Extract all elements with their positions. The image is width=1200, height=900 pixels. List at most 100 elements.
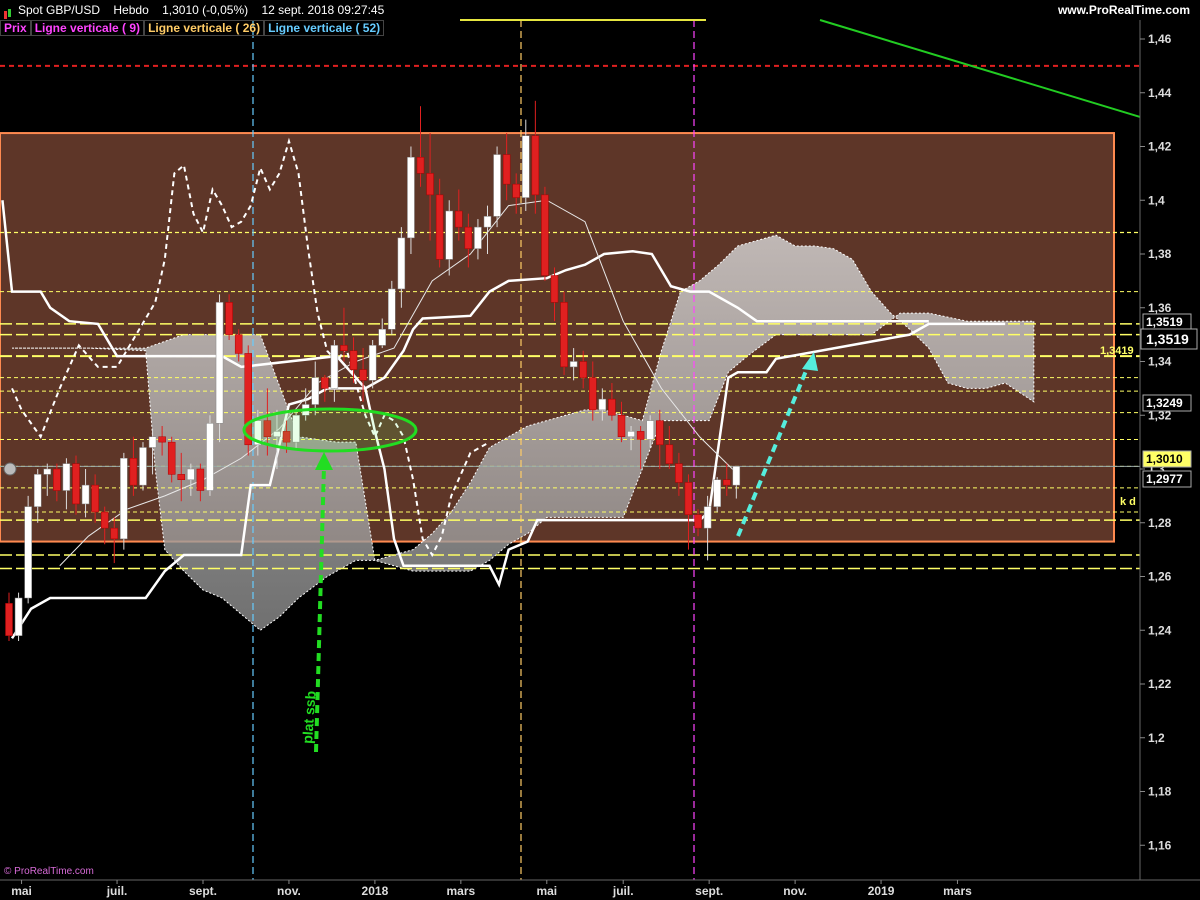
y-tick-label: 1,2 — [1148, 731, 1165, 745]
period-label: Hebdo — [113, 3, 149, 17]
y-tick-label: 1,36 — [1148, 301, 1172, 315]
timestamp: 12 sept. 2018 09:27:45 — [261, 3, 385, 17]
price-tag-label: 1,3010 — [1146, 452, 1183, 466]
candle-body — [72, 463, 80, 505]
candle-body — [512, 183, 520, 198]
candle-body — [349, 350, 358, 370]
candle-body — [732, 466, 741, 486]
candle-body — [522, 135, 530, 198]
x-tick-label: juil. — [612, 884, 634, 898]
candle-body — [560, 302, 568, 368]
candle-body — [416, 157, 425, 174]
candle-body — [598, 398, 607, 411]
y-tick-label: 1,44 — [1148, 86, 1172, 100]
candle-body — [483, 216, 492, 228]
candle-body — [81, 484, 90, 505]
price-tag-label: 1,3519 — [1146, 315, 1183, 329]
site-link[interactable]: www.ProRealTime.com — [1058, 0, 1190, 20]
y-tick-label: 1,28 — [1148, 516, 1172, 530]
kd-label: k d — [1120, 496, 1136, 508]
candle-body — [368, 345, 377, 381]
candle-body — [206, 423, 214, 491]
candle-body — [110, 527, 119, 540]
x-tick-label: nov. — [277, 884, 301, 898]
candle-body — [359, 369, 367, 381]
last-price: 1,3010 (-0,05%) — [162, 3, 249, 17]
legend-item-vline-26[interactable]: Ligne verticale ( 26) — [144, 20, 265, 36]
candle-body — [531, 135, 540, 196]
candle-body — [455, 210, 463, 228]
candle-body — [703, 506, 712, 529]
legend-item-vline-52[interactable]: Ligne verticale ( 52) — [264, 20, 385, 36]
candle-body — [100, 511, 109, 529]
candle-body — [636, 431, 645, 440]
candle-body — [24, 506, 32, 599]
y-tick-label: 1,38 — [1148, 247, 1172, 261]
candle-body — [550, 275, 559, 303]
candle-body — [158, 436, 166, 443]
candle-body — [723, 479, 731, 486]
x-tick-label: mars — [447, 884, 476, 898]
candle-body — [608, 398, 616, 416]
trend-line-green — [819, 19, 1141, 118]
x-tick-label: juil. — [106, 884, 128, 898]
price-tag-label: 1,2977 — [1146, 472, 1183, 486]
candle-body — [33, 474, 42, 507]
copyright: © ProRealTime.com — [4, 866, 94, 877]
legend-item-vline-9[interactable]: Ligne verticale ( 9) — [30, 20, 145, 36]
price-tag-label: 1,3249 — [1146, 396, 1183, 410]
candle-body — [435, 194, 444, 260]
x-tick-label: sept. — [189, 884, 217, 898]
candle-body — [196, 468, 205, 491]
candle-body — [684, 482, 693, 515]
y-tick-label: 1,18 — [1148, 785, 1172, 799]
candle-body — [627, 431, 635, 437]
y-tick-label: 1,26 — [1148, 570, 1172, 584]
candle-body — [656, 420, 664, 446]
x-tick-label: mai — [11, 884, 32, 898]
y-tick-label: 1,4 — [1148, 193, 1165, 207]
x-tick-label: nov. — [783, 884, 807, 898]
candle-body — [167, 441, 176, 475]
y-tick-label: 1,24 — [1148, 623, 1172, 637]
candle-body — [139, 447, 147, 486]
candle-body — [474, 226, 482, 249]
x-tick-label: 2019 — [868, 884, 895, 898]
candle-body — [675, 463, 683, 483]
candle-body — [713, 479, 721, 507]
y-tick-label: 1,16 — [1148, 838, 1172, 852]
candle-body — [388, 288, 396, 330]
candle-body — [569, 361, 578, 368]
candle-body — [91, 484, 99, 513]
candle-body — [234, 334, 243, 354]
candle-body — [378, 329, 386, 346]
candle-body — [225, 302, 233, 335]
candle-body — [646, 420, 654, 440]
y-tick-label: 1,46 — [1148, 32, 1172, 46]
candle-body — [464, 226, 473, 249]
candle-body — [311, 377, 319, 405]
indicator-icon — [4, 5, 12, 19]
y-tick-label: 1,22 — [1148, 677, 1172, 691]
candle-body — [493, 154, 501, 217]
x-tick-label: mai — [536, 884, 557, 898]
candle-body — [5, 603, 13, 636]
candle-body — [541, 194, 549, 276]
candle-body — [330, 345, 339, 389]
instrument-name: Spot GBP/USD — [18, 3, 101, 17]
candle-body — [177, 474, 186, 480]
candle-body — [62, 463, 71, 491]
candle-body — [14, 597, 23, 636]
legend: Prix Ligne verticale ( 9) Ligne verticale … — [0, 20, 385, 36]
candle-body — [579, 361, 587, 378]
candle-body — [589, 377, 597, 411]
candle-body — [321, 377, 329, 389]
candle-body — [502, 154, 511, 185]
candle-body — [148, 436, 157, 448]
x-tick-label: mars — [943, 884, 972, 898]
candle-body — [617, 415, 626, 437]
candle-body — [53, 468, 61, 491]
candle-body — [43, 468, 52, 475]
cursor-dot — [3, 462, 17, 476]
legend-item-prix[interactable]: Prix — [0, 20, 31, 36]
